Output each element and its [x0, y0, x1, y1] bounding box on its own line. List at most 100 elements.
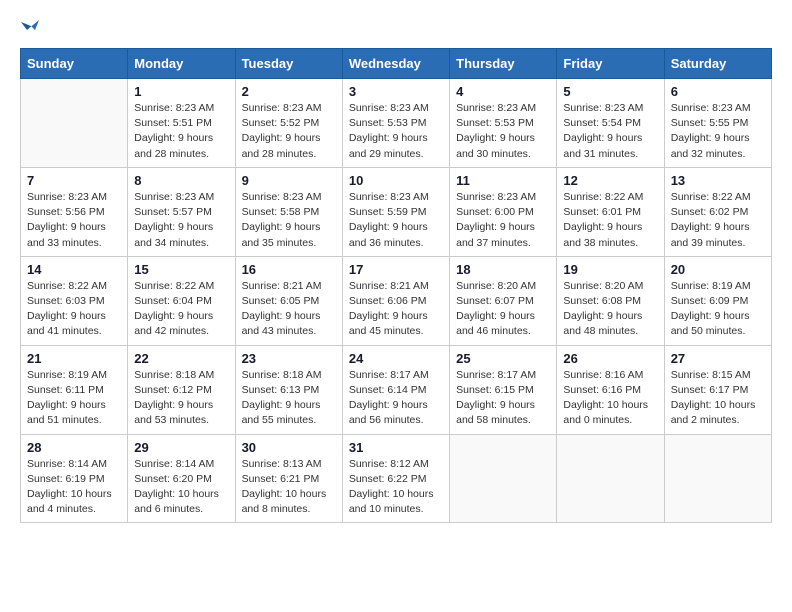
calendar-week-5: 28 Sunrise: 8:14 AMSunset: 6:19 PMDayligh… [21, 434, 772, 523]
calendar-cell: 19 Sunrise: 8:20 AMSunset: 6:08 PMDayligh… [557, 256, 664, 345]
day-info: Sunrise: 8:23 AMSunset: 6:00 PMDaylight:… [456, 190, 550, 251]
calendar-cell [557, 434, 664, 523]
day-info: Sunrise: 8:22 AMSunset: 6:01 PMDaylight:… [563, 190, 657, 251]
calendar-week-1: 1 Sunrise: 8:23 AMSunset: 5:51 PMDaylight… [21, 79, 772, 168]
calendar-cell: 24 Sunrise: 8:17 AMSunset: 6:14 PMDayligh… [342, 345, 449, 434]
calendar-cell: 8 Sunrise: 8:23 AMSunset: 5:57 PMDaylight… [128, 167, 235, 256]
day-number: 5 [563, 84, 657, 99]
day-info: Sunrise: 8:19 AMSunset: 6:11 PMDaylight:… [27, 368, 121, 429]
day-number: 28 [27, 440, 121, 455]
day-info: Sunrise: 8:20 AMSunset: 6:08 PMDaylight:… [563, 279, 657, 340]
calendar-cell: 3 Sunrise: 8:23 AMSunset: 5:53 PMDaylight… [342, 79, 449, 168]
col-header-saturday: Saturday [664, 49, 771, 79]
calendar-cell: 6 Sunrise: 8:23 AMSunset: 5:55 PMDaylight… [664, 79, 771, 168]
day-number: 19 [563, 262, 657, 277]
calendar-cell: 29 Sunrise: 8:14 AMSunset: 6:20 PMDayligh… [128, 434, 235, 523]
day-number: 30 [242, 440, 336, 455]
calendar-cell [21, 79, 128, 168]
day-number: 13 [671, 173, 765, 188]
col-header-monday: Monday [128, 49, 235, 79]
calendar-week-4: 21 Sunrise: 8:19 AMSunset: 6:11 PMDayligh… [21, 345, 772, 434]
calendar-header-row: SundayMondayTuesdayWednesdayThursdayFrid… [21, 49, 772, 79]
day-info: Sunrise: 8:23 AMSunset: 5:54 PMDaylight:… [563, 101, 657, 162]
calendar-cell [664, 434, 771, 523]
logo [20, 20, 39, 32]
day-info: Sunrise: 8:17 AMSunset: 6:15 PMDaylight:… [456, 368, 550, 429]
col-header-thursday: Thursday [450, 49, 557, 79]
day-info: Sunrise: 8:18 AMSunset: 6:12 PMDaylight:… [134, 368, 228, 429]
calendar-cell: 9Sunrise: 8:23 AMSunset: 5:58 PMDaylight… [235, 167, 342, 256]
day-number: 16 [242, 262, 336, 277]
day-info: Sunrise: 8:19 AMSunset: 6:09 PMDaylight:… [671, 279, 765, 340]
day-number: 23 [242, 351, 336, 366]
calendar-cell: 7 Sunrise: 8:23 AMSunset: 5:56 PMDaylight… [21, 167, 128, 256]
day-number: 17 [349, 262, 443, 277]
calendar-cell: 21 Sunrise: 8:19 AMSunset: 6:11 PMDayligh… [21, 345, 128, 434]
col-header-wednesday: Wednesday [342, 49, 449, 79]
calendar-week-2: 7 Sunrise: 8:23 AMSunset: 5:56 PMDaylight… [21, 167, 772, 256]
calendar-cell: 25 Sunrise: 8:17 AMSunset: 6:15 PMDayligh… [450, 345, 557, 434]
day-info: Sunrise: 8:22 AMSunset: 6:04 PMDaylight:… [134, 279, 228, 340]
calendar-cell: 4 Sunrise: 8:23 AMSunset: 5:53 PMDaylight… [450, 79, 557, 168]
day-number: 6 [671, 84, 765, 99]
day-info: Sunrise: 8:17 AMSunset: 6:14 PMDaylight:… [349, 368, 443, 429]
day-info: Sunrise: 8:23 AMSunset: 5:59 PMDaylight:… [349, 190, 443, 251]
day-number: 12 [563, 173, 657, 188]
calendar-cell: 12 Sunrise: 8:22 AMSunset: 6:01 PMDayligh… [557, 167, 664, 256]
day-info: Sunrise: 8:22 AMSunset: 6:02 PMDaylight:… [671, 190, 765, 251]
calendar-cell: 10 Sunrise: 8:23 AMSunset: 5:59 PMDayligh… [342, 167, 449, 256]
calendar-cell: 22 Sunrise: 8:18 AMSunset: 6:12 PMDayligh… [128, 345, 235, 434]
calendar-cell: 17Sunrise: 8:21 AMSunset: 6:06 PMDayligh… [342, 256, 449, 345]
calendar-cell: 26 Sunrise: 8:16 AMSunset: 6:16 PMDayligh… [557, 345, 664, 434]
day-number: 18 [456, 262, 550, 277]
day-info: Sunrise: 8:23 AMSunset: 5:57 PMDaylight:… [134, 190, 228, 251]
day-info: Sunrise: 8:23 AMSunset: 5:55 PMDaylight:… [671, 101, 765, 162]
day-info: Sunrise: 8:23 AMSunset: 5:58 PMDaylight:… [242, 190, 336, 251]
calendar-cell: 27Sunrise: 8:15 AMSunset: 6:17 PMDayligh… [664, 345, 771, 434]
day-number: 29 [134, 440, 228, 455]
calendar-week-3: 14Sunrise: 8:22 AMSunset: 6:03 PMDayligh… [21, 256, 772, 345]
calendar-cell: 2 Sunrise: 8:23 AMSunset: 5:52 PMDaylight… [235, 79, 342, 168]
day-number: 3 [349, 84, 443, 99]
day-number: 21 [27, 351, 121, 366]
calendar-cell: 11 Sunrise: 8:23 AMSunset: 6:00 PMDayligh… [450, 167, 557, 256]
day-number: 8 [134, 173, 228, 188]
calendar-cell: 15 Sunrise: 8:22 AMSunset: 6:04 PMDayligh… [128, 256, 235, 345]
day-number: 24 [349, 351, 443, 366]
day-number: 4 [456, 84, 550, 99]
calendar-cell: 23 Sunrise: 8:18 AMSunset: 6:13 PMDayligh… [235, 345, 342, 434]
calendar-cell: 1 Sunrise: 8:23 AMSunset: 5:51 PMDaylight… [128, 79, 235, 168]
day-info: Sunrise: 8:23 AMSunset: 5:56 PMDaylight:… [27, 190, 121, 251]
day-info: Sunrise: 8:23 AMSunset: 5:51 PMDaylight:… [134, 101, 228, 162]
day-number: 26 [563, 351, 657, 366]
day-number: 2 [242, 84, 336, 99]
calendar-cell: 16 Sunrise: 8:21 AMSunset: 6:05 PMDayligh… [235, 256, 342, 345]
calendar-cell: 13 Sunrise: 8:22 AMSunset: 6:02 PMDayligh… [664, 167, 771, 256]
day-number: 31 [349, 440, 443, 455]
day-number: 11 [456, 173, 550, 188]
day-number: 22 [134, 351, 228, 366]
day-info: Sunrise: 8:23 AMSunset: 5:53 PMDaylight:… [349, 101, 443, 162]
calendar-cell: 14Sunrise: 8:22 AMSunset: 6:03 PMDayligh… [21, 256, 128, 345]
col-header-sunday: Sunday [21, 49, 128, 79]
day-info: Sunrise: 8:23 AMSunset: 5:53 PMDaylight:… [456, 101, 550, 162]
calendar-cell: 31Sunrise: 8:12 AMSunset: 6:22 PMDayligh… [342, 434, 449, 523]
day-info: Sunrise: 8:18 AMSunset: 6:13 PMDaylight:… [242, 368, 336, 429]
calendar-cell: 30 Sunrise: 8:13 AMSunset: 6:21 PMDayligh… [235, 434, 342, 523]
calendar-cell: 18 Sunrise: 8:20 AMSunset: 6:07 PMDayligh… [450, 256, 557, 345]
day-info: Sunrise: 8:23 AMSunset: 5:52 PMDaylight:… [242, 101, 336, 162]
day-number: 1 [134, 84, 228, 99]
day-info: Sunrise: 8:21 AMSunset: 6:05 PMDaylight:… [242, 279, 336, 340]
day-number: 25 [456, 351, 550, 366]
day-info: Sunrise: 8:13 AMSunset: 6:21 PMDaylight:… [242, 457, 336, 518]
calendar-cell: 20Sunrise: 8:19 AMSunset: 6:09 PMDayligh… [664, 256, 771, 345]
day-info: Sunrise: 8:16 AMSunset: 6:16 PMDaylight:… [563, 368, 657, 429]
calendar-cell [450, 434, 557, 523]
day-number: 7 [27, 173, 121, 188]
day-info: Sunrise: 8:14 AMSunset: 6:20 PMDaylight:… [134, 457, 228, 518]
page-header [20, 20, 772, 32]
day-info: Sunrise: 8:20 AMSunset: 6:07 PMDaylight:… [456, 279, 550, 340]
day-number: 10 [349, 173, 443, 188]
day-info: Sunrise: 8:14 AMSunset: 6:19 PMDaylight:… [27, 457, 121, 518]
day-number: 15 [134, 262, 228, 277]
